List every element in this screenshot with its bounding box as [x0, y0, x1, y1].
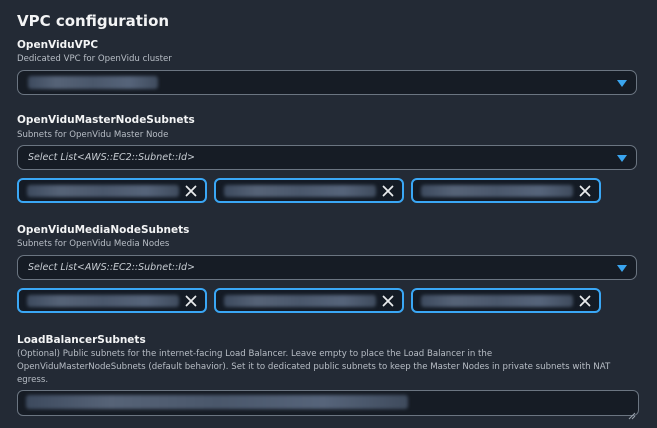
subnet-id-redacted — [27, 295, 179, 307]
master-subnets-description: Subnets for OpenVidu Master Node — [17, 130, 169, 140]
media-subnets-placeholder: Select List<AWS::EC2::Subnet::Id> — [28, 262, 195, 273]
lb-subnets-description-line: egress. — [17, 375, 49, 385]
subnet-id-redacted — [27, 185, 179, 197]
subnet-id-redacted — [421, 295, 573, 307]
media-subnet-token — [17, 288, 207, 313]
media-subnet-token — [214, 288, 404, 313]
media-subnet-token — [411, 288, 601, 313]
lb-subnets-description-line: OpenViduMasterNodeSubnets (default behav… — [17, 362, 611, 372]
lb-subnets-description: (Optional) Public subnets for the intern… — [17, 348, 610, 387]
caret-down-icon — [617, 155, 627, 162]
lb-subnets-label: LoadBalancerSubnets — [17, 334, 146, 346]
master-subnet-token — [17, 178, 207, 203]
vpc-configuration-panel: VPC configuration OpenViduVPC Dedicated … — [0, 0, 657, 428]
vpc-selected-value-redacted — [28, 76, 158, 89]
close-icon[interactable] — [184, 184, 198, 198]
lb-subnets-input[interactable] — [17, 390, 639, 420]
close-icon[interactable] — [381, 294, 395, 308]
section-title: VPC configuration — [17, 12, 170, 30]
media-subnets-label: OpenViduMediaNodeSubnets — [17, 224, 190, 236]
vpc-select[interactable] — [17, 70, 637, 95]
close-icon[interactable] — [184, 294, 198, 308]
master-subnets-placeholder: Select List<AWS::EC2::Subnet::Id> — [28, 152, 195, 163]
master-subnet-token — [411, 178, 601, 203]
vpc-description: Dedicated VPC for OpenVidu cluster — [17, 54, 172, 64]
media-subnets-description: Subnets for OpenVidu Media Nodes — [17, 239, 170, 249]
close-icon[interactable] — [578, 294, 592, 308]
lb-subnets-value-redacted — [26, 395, 408, 409]
resize-grip-icon[interactable] — [628, 405, 636, 420]
subnet-id-redacted — [224, 185, 376, 197]
caret-down-icon — [617, 80, 627, 87]
vpc-label: OpenViduVPC — [17, 39, 99, 51]
lb-subnets-description-line: (Optional) Public subnets for the intern… — [17, 349, 493, 359]
close-icon[interactable] — [381, 184, 395, 198]
master-subnets-label: OpenViduMasterNodeSubnets — [17, 114, 195, 126]
media-subnets-select[interactable]: Select List<AWS::EC2::Subnet::Id> — [17, 255, 637, 280]
master-subnet-token — [214, 178, 404, 203]
master-subnets-select[interactable]: Select List<AWS::EC2::Subnet::Id> — [17, 145, 637, 170]
close-icon[interactable] — [578, 184, 592, 198]
caret-down-icon — [617, 265, 627, 272]
subnet-id-redacted — [224, 295, 376, 307]
subnet-id-redacted — [421, 185, 573, 197]
